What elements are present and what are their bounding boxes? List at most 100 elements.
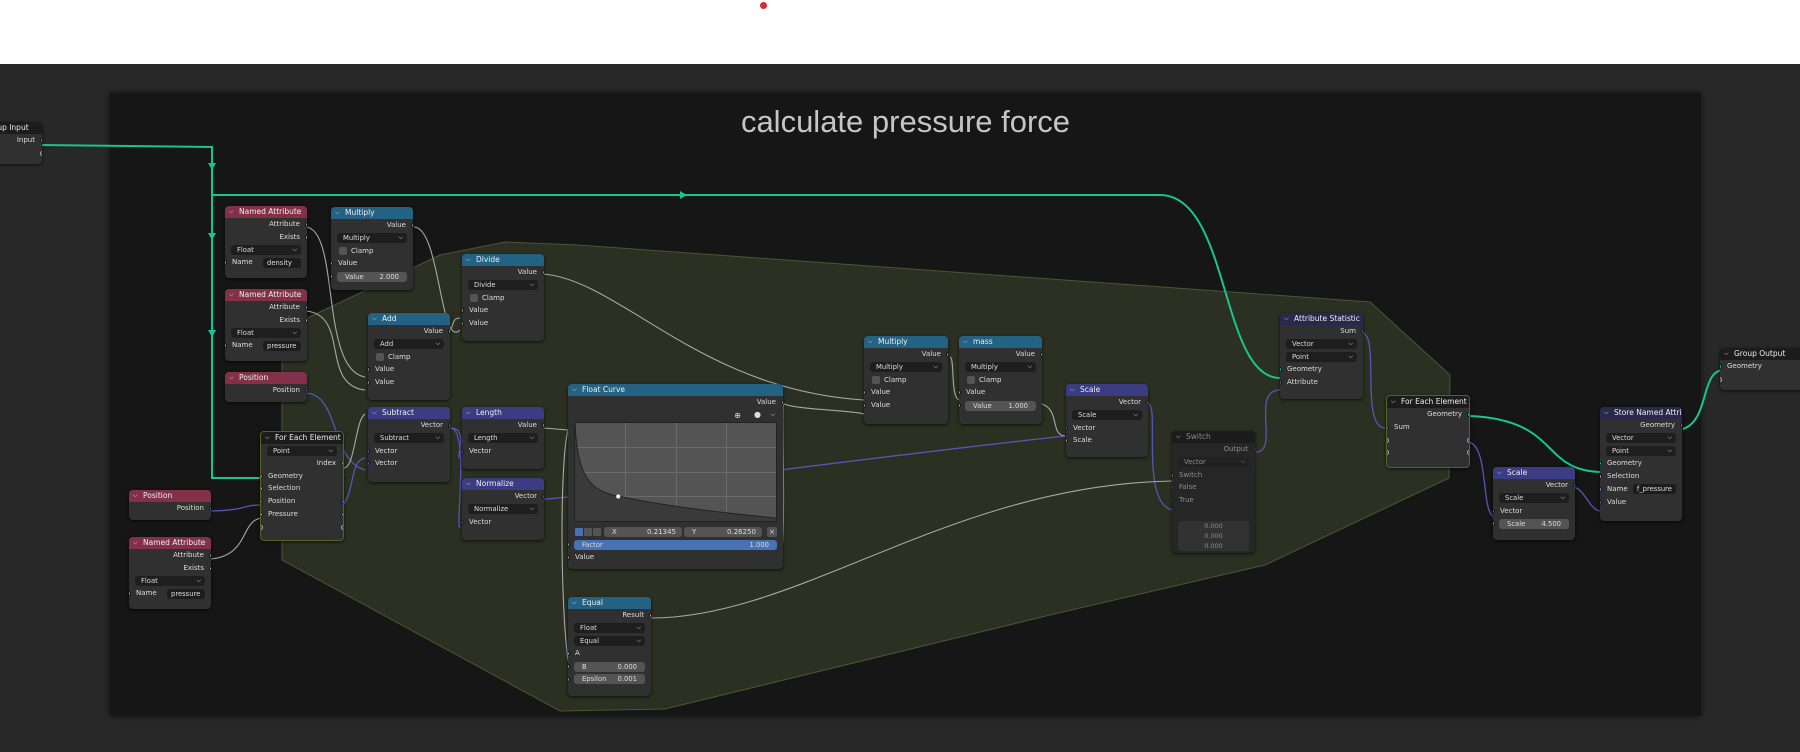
epsilon-field[interactable]: Epsilon 0.001 [574, 674, 645, 685]
socket[interactable] [1573, 483, 1575, 488]
socket[interactable] [261, 511, 263, 517]
data-type-dropdown[interactable]: Float [135, 576, 205, 587]
socket-empty-out[interactable] [40, 150, 42, 156]
socket[interactable] [1467, 437, 1469, 443]
socket[interactable] [305, 222, 307, 227]
socket[interactable] [946, 352, 948, 357]
handle-free-icon[interactable] [593, 527, 601, 536]
named-attribute-pressure-node[interactable]: Named Attribute Attribute Exists Float N… [225, 289, 307, 361]
b-field[interactable]: B 0.000 [574, 661, 645, 672]
socket[interactable] [1280, 380, 1282, 386]
data-type-dropdown[interactable]: Float [574, 623, 645, 634]
chevron-down-icon[interactable]: ⌵ [770, 409, 775, 422]
socket[interactable] [1387, 437, 1389, 443]
delete-point-icon[interactable]: × [767, 527, 777, 538]
socket[interactable] [1387, 424, 1389, 430]
socket[interactable] [1387, 450, 1389, 456]
float-curve-node[interactable]: Float Curve Value ⊕ ● ⌵ X 0.21345 Y 0.2625… [568, 384, 783, 569]
socket[interactable] [959, 390, 961, 396]
position-node[interactable]: Position Position [225, 372, 307, 402]
multiply-node[interactable]: Multiply Value Multiply Clamp Value Valu… [331, 207, 413, 290]
x-field[interactable]: X 0.21345 [604, 527, 682, 538]
name-field[interactable]: density [263, 257, 301, 268]
normalize-node[interactable]: Normalize Vector Normalize Vector [462, 478, 544, 540]
socket[interactable] [305, 234, 307, 240]
socket[interactable] [649, 613, 651, 618]
y-field[interactable]: Y 0.26250 [684, 527, 762, 538]
socket[interactable] [462, 519, 464, 525]
operation-dropdown[interactable]: Multiply [965, 362, 1036, 373]
socket[interactable] [462, 321, 464, 327]
multiply-node-2[interactable]: Multiply Value Multiply Clamp Value Valu… [864, 336, 948, 424]
socket[interactable] [331, 274, 333, 280]
socket[interactable] [261, 486, 263, 492]
switch-node[interactable]: Switch Output Vector Switch False True 0… [1172, 431, 1255, 553]
for-each-element-output-node[interactable]: For Each Element Geometry Sum [1386, 395, 1470, 468]
operation-dropdown[interactable]: Scale [1499, 493, 1569, 504]
socket[interactable] [1066, 438, 1068, 444]
socket[interactable] [448, 329, 450, 334]
data-type-dropdown[interactable]: Vector [1286, 339, 1357, 350]
socket[interactable] [261, 524, 263, 530]
socket[interactable] [261, 499, 263, 505]
socket[interactable] [225, 343, 227, 349]
clamp-checkbox[interactable] [872, 375, 880, 384]
socket[interactable] [368, 380, 370, 386]
handle-vector-icon[interactable] [584, 527, 592, 536]
operation-dropdown[interactable]: Multiply [870, 362, 942, 373]
data-type-dropdown[interactable]: Vector [1178, 457, 1249, 468]
socket[interactable] [462, 448, 464, 454]
socket[interactable] [305, 317, 307, 323]
operation-dropdown[interactable]: Length [468, 433, 538, 444]
socket[interactable] [1040, 352, 1042, 357]
socket[interactable] [1066, 425, 1068, 431]
divide-node[interactable]: Divide Value Divide Clamp Value Value [462, 254, 544, 341]
true-vector-fields[interactable]: 0.000 0.000 0.000 [1178, 521, 1249, 551]
position-node-2[interactable]: Position Position [129, 490, 211, 520]
socket[interactable] [462, 308, 464, 314]
socket[interactable] [225, 260, 227, 266]
socket[interactable] [959, 403, 961, 409]
clamp-checkbox[interactable] [470, 293, 478, 302]
length-node[interactable]: Length Value Length Vector [462, 407, 544, 469]
socket[interactable] [305, 388, 307, 393]
for-each-element-input-node[interactable]: For Each Element Point Index Geometry Se… [260, 431, 344, 541]
group-input-empty[interactable] [0, 147, 42, 160]
operation-dropdown[interactable]: Add [374, 339, 444, 350]
operation-dropdown[interactable]: Equal [574, 636, 645, 647]
operation-dropdown[interactable]: Multiply [337, 233, 407, 244]
socket[interactable] [368, 367, 370, 373]
name-field[interactable]: pressure [263, 340, 301, 351]
group-output-node[interactable]: Group Output Geometry [1720, 348, 1800, 390]
socket[interactable] [568, 555, 570, 561]
socket[interactable] [368, 461, 370, 467]
socket[interactable] [209, 506, 211, 511]
socket[interactable] [341, 499, 343, 505]
scale-node-2[interactable]: Scale Vector Scale Vector Scale 4.500 [1493, 467, 1575, 540]
group-input-node[interactable]: Group Input Input [0, 122, 42, 164]
clamp-checkbox[interactable] [339, 246, 347, 255]
store-named-attribute-node[interactable]: Store Named Attrib... Geometry Vector Po… [1600, 407, 1682, 521]
socket[interactable] [542, 423, 544, 428]
operation-dropdown[interactable]: Divide [468, 280, 538, 291]
socket[interactable] [1172, 498, 1174, 504]
value-field[interactable]: Value 2.000 [337, 271, 407, 282]
socket[interactable] [1600, 486, 1602, 492]
factor-field[interactable]: Factor 1.000 [574, 539, 777, 550]
clamp-row[interactable]: Clamp [864, 374, 948, 387]
scale-field[interactable]: Scale 4.500 [1499, 518, 1569, 529]
socket[interactable] [781, 400, 783, 405]
dot-icon[interactable]: ● [754, 409, 761, 422]
data-type-dropdown[interactable]: Vector [1606, 433, 1676, 444]
socket[interactable] [568, 676, 570, 682]
socket[interactable] [1600, 474, 1602, 480]
socket[interactable] [209, 565, 211, 571]
clamp-row[interactable]: Clamp [462, 292, 544, 305]
socket[interactable] [331, 261, 333, 267]
clamp-checkbox[interactable] [376, 352, 384, 361]
socket[interactable] [209, 553, 211, 558]
socket[interactable] [341, 460, 343, 466]
domain-dropdown[interactable]: Point [267, 445, 337, 456]
domain-dropdown[interactable]: Point [1606, 446, 1676, 457]
operation-dropdown[interactable]: Subtract [374, 433, 444, 444]
